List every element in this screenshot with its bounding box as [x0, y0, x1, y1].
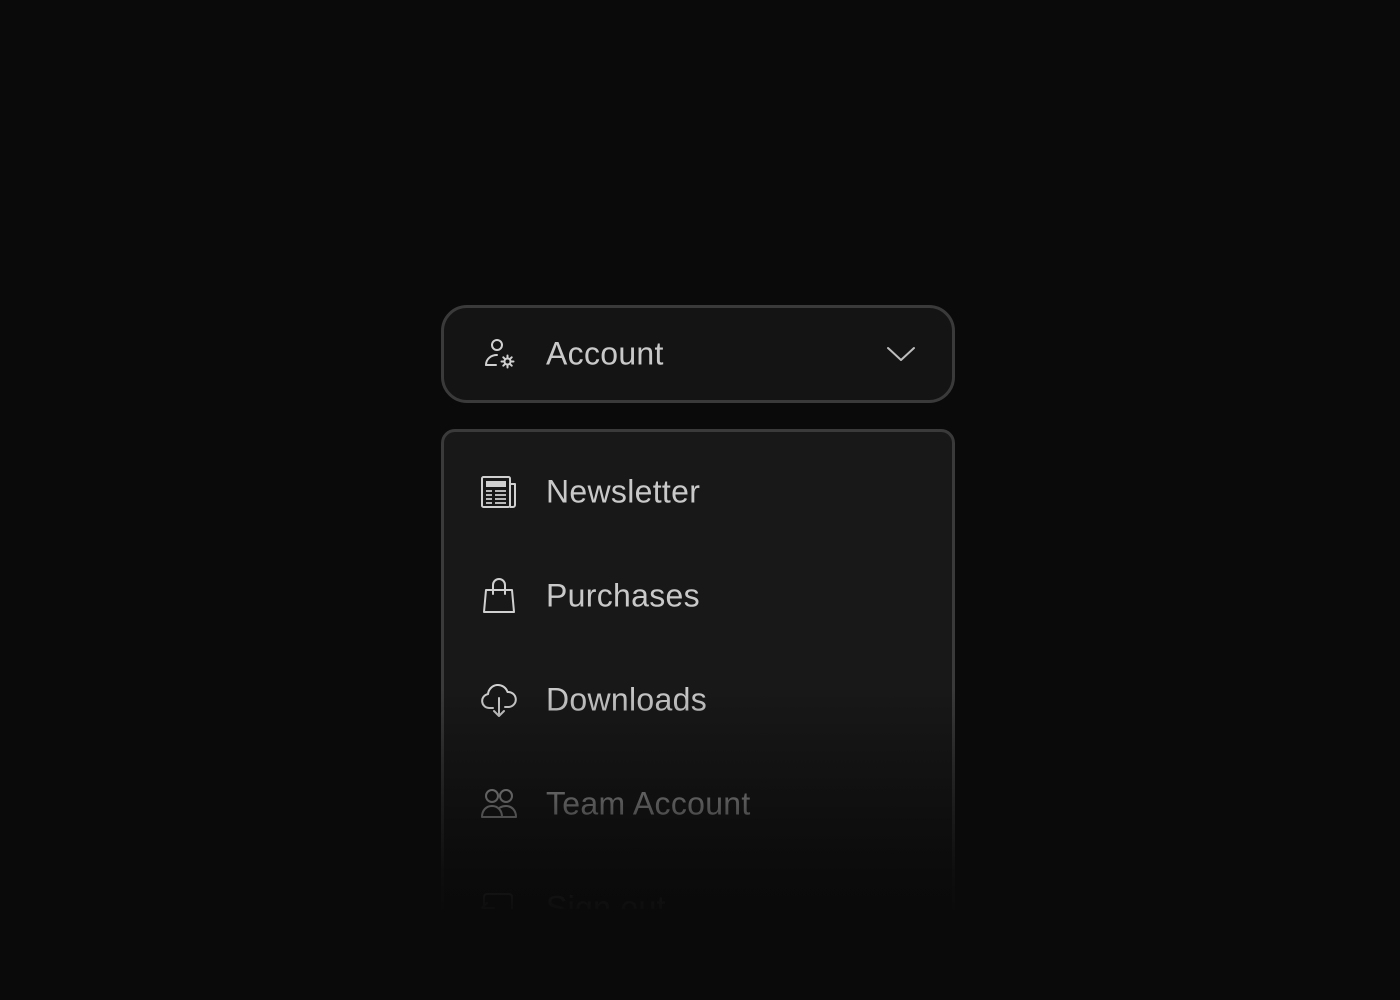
menu-item-label: Downloads [546, 681, 708, 718]
menu-item-label: Team Account [546, 785, 751, 822]
menu-item-sign-out[interactable]: Sign out [444, 856, 952, 909]
cloud-download-icon [480, 681, 518, 719]
menu-item-label: Sign out [546, 889, 666, 910]
menu-item-team-account[interactable]: Team Account [444, 752, 952, 856]
user-settings-icon [482, 336, 518, 372]
dropdown-menu-panel: Newsletter Purchases Downloads Team Acco… [441, 429, 955, 909]
menu-item-downloads[interactable]: Downloads [444, 648, 952, 752]
menu-item-newsletter[interactable]: Newsletter [444, 440, 952, 544]
shopping-bag-icon [480, 577, 518, 615]
menu-item-label: Newsletter [546, 473, 701, 510]
dropdown-selected-label: Account [546, 335, 664, 372]
users-icon [480, 785, 518, 823]
newspaper-icon [480, 473, 518, 511]
menu-item-purchases[interactable]: Purchases [444, 544, 952, 648]
account-dropdown-trigger[interactable]: Account [441, 305, 955, 403]
sign-out-icon [480, 889, 518, 909]
dropdown-menu: Newsletter Purchases Downloads Team Acco… [441, 429, 959, 909]
page: Account Newsletter Purchases Downloads T… [0, 0, 1400, 1000]
chevron-down-icon [886, 344, 916, 364]
menu-item-label: Purchases [546, 577, 700, 614]
